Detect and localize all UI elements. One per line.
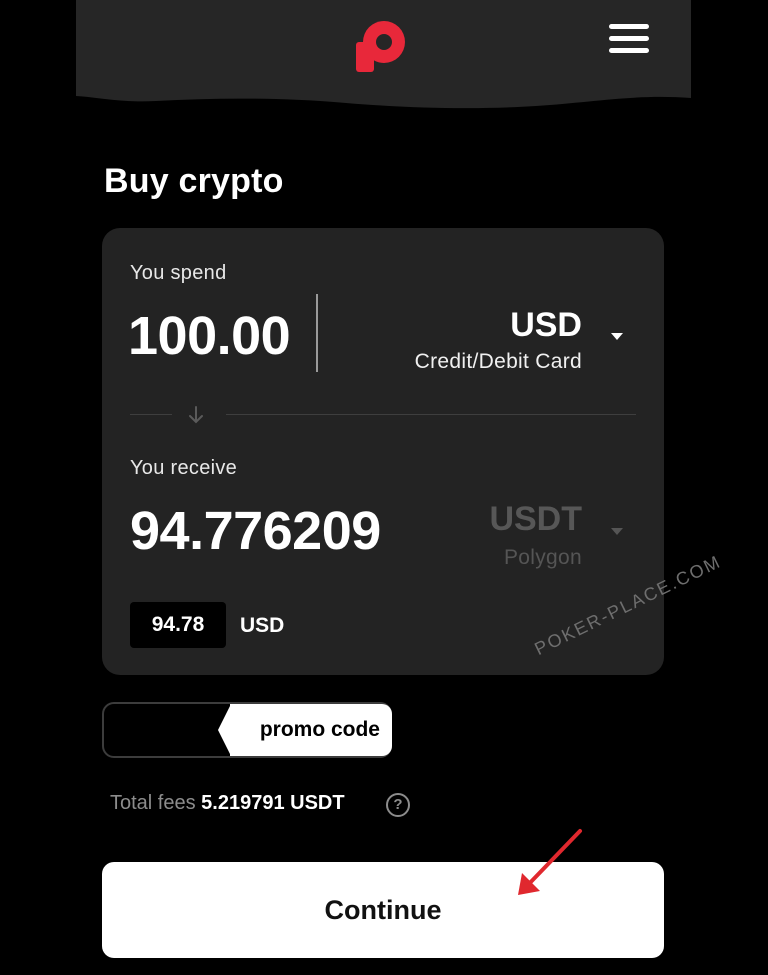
spend-currency: USD	[510, 306, 582, 344]
menu-line	[609, 36, 649, 41]
spend-amount-input[interactable]	[128, 300, 328, 372]
spend-payment-method: Credit/Debit Card	[414, 350, 582, 373]
text-cursor	[316, 294, 318, 372]
spend-label: You spend	[130, 262, 227, 284]
arrow-down-icon	[189, 406, 203, 424]
promo-code-field[interactable]: promo code	[102, 702, 394, 758]
receive-usd-value: 94.78	[130, 602, 226, 648]
receive-usd-label: USD	[240, 614, 285, 637]
fees-label: Total fees	[110, 792, 196, 814]
total-fees: Total fees 5.219791 USDT	[110, 792, 345, 815]
promo-code-button[interactable]: promo code	[218, 704, 392, 756]
receive-label: You receive	[130, 457, 238, 479]
help-icon[interactable]: ?	[386, 793, 410, 817]
top-bar	[76, 0, 691, 112]
menu-line	[609, 48, 649, 53]
receive-amount: 94.776209	[130, 501, 381, 561]
chevron-down-icon[interactable]	[611, 333, 623, 340]
hamburger-menu-icon[interactable]	[609, 24, 649, 58]
receive-network: Polygon	[504, 546, 582, 569]
divider	[130, 414, 172, 415]
fees-value: 5.219791 USDT	[201, 792, 345, 814]
brand-p-logo-icon[interactable]	[354, 18, 410, 74]
divider	[226, 414, 636, 415]
exchange-card: You spend USD Credit/Debit Card You rece…	[102, 228, 664, 675]
receive-currency: USDT	[489, 500, 582, 538]
red-arrow-annotation-icon	[518, 829, 582, 895]
menu-line	[609, 24, 649, 29]
page-title: Buy crypto	[104, 162, 284, 200]
chevron-down-icon[interactable]	[611, 528, 623, 535]
